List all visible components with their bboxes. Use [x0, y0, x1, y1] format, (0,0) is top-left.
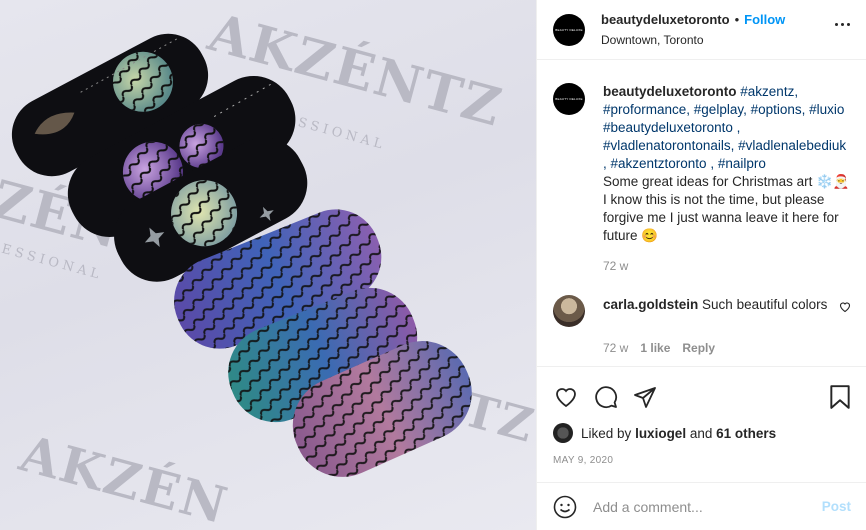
- comment-item: carla.goldstein Such beautiful colors: [553, 295, 851, 327]
- heart-icon: [556, 388, 576, 408]
- save-button[interactable]: [811, 382, 851, 412]
- avatar[interactable]: BEAUTY DELUXE: [553, 83, 585, 115]
- comment-bubble-icon: [595, 386, 618, 409]
- caption-meta: 72 w: [603, 259, 851, 273]
- share-button[interactable]: [633, 382, 673, 412]
- comment-time[interactable]: 72 w: [603, 341, 628, 355]
- comments-section: BEAUTY DELUXE beautydeluxetoronto #akzen…: [537, 61, 866, 366]
- post-actions: Liked by luxiogel and 61 others MAY 9, 2…: [537, 366, 866, 480]
- like-button[interactable]: [553, 382, 593, 412]
- post-photo[interactable]: AKZÉNTZ PROFESSIONAL ZÉNTZ ESSIONAL AKZÉ…: [0, 0, 536, 530]
- follow-button[interactable]: Follow: [744, 11, 785, 29]
- avatar-logo-text: BEAUTY DELUXE: [555, 27, 583, 32]
- emoji-icon[interactable]: [553, 495, 577, 519]
- post-button[interactable]: Post: [822, 499, 851, 514]
- comment-text: Such beautiful colors: [702, 297, 828, 312]
- reply-button[interactable]: Reply: [682, 341, 715, 355]
- comment-input[interactable]: [593, 498, 803, 515]
- comment-username[interactable]: carla.goldstein: [603, 297, 698, 312]
- avatar[interactable]: [553, 423, 573, 443]
- likes-prefix: Liked by: [581, 425, 632, 441]
- more-options-icon[interactable]: [835, 23, 850, 26]
- comment-likes[interactable]: 1 like: [640, 341, 670, 355]
- avatar[interactable]: BEAUTY DELUXE: [553, 13, 585, 46]
- caption-username[interactable]: beautydeluxetoronto: [603, 84, 737, 99]
- author-username[interactable]: beautydeluxetoronto: [601, 11, 730, 29]
- add-comment-bar: Post: [537, 482, 866, 530]
- location-link[interactable]: Downtown, Toronto: [601, 31, 785, 49]
- avatar[interactable]: [553, 295, 585, 327]
- likes-summary: Liked by luxiogel and 61 others: [537, 417, 866, 443]
- post-header: BEAUTY DELUXE beautydeluxetoronto • Foll…: [537, 0, 866, 60]
- post-date[interactable]: MAY 9, 2020: [537, 443, 866, 466]
- bookmark-icon: [830, 385, 850, 409]
- comment-meta: 72 w 1 like Reply: [603, 341, 851, 355]
- avatar-logo-text: BEAUTY DELUXE: [555, 97, 583, 101]
- caption-time[interactable]: 72 w: [603, 259, 628, 273]
- heart-icon[interactable]: [839, 301, 851, 313]
- liker-username[interactable]: luxiogel: [635, 426, 686, 441]
- caption-text: Some great ideas for Christmas art ❄️🎅 I…: [603, 174, 850, 243]
- likes-and: and: [689, 425, 713, 441]
- post-side-panel: BEAUTY DELUXE beautydeluxetoronto • Foll…: [536, 0, 866, 530]
- paper-plane-icon: [634, 387, 656, 408]
- caption: BEAUTY DELUXE beautydeluxetoronto #akzen…: [553, 83, 851, 245]
- nail-art-illustration: [11, 33, 472, 477]
- likes-others-link[interactable]: 61 others: [716, 426, 776, 441]
- comment-button[interactable]: [593, 382, 633, 412]
- separator-dot: •: [734, 11, 740, 27]
